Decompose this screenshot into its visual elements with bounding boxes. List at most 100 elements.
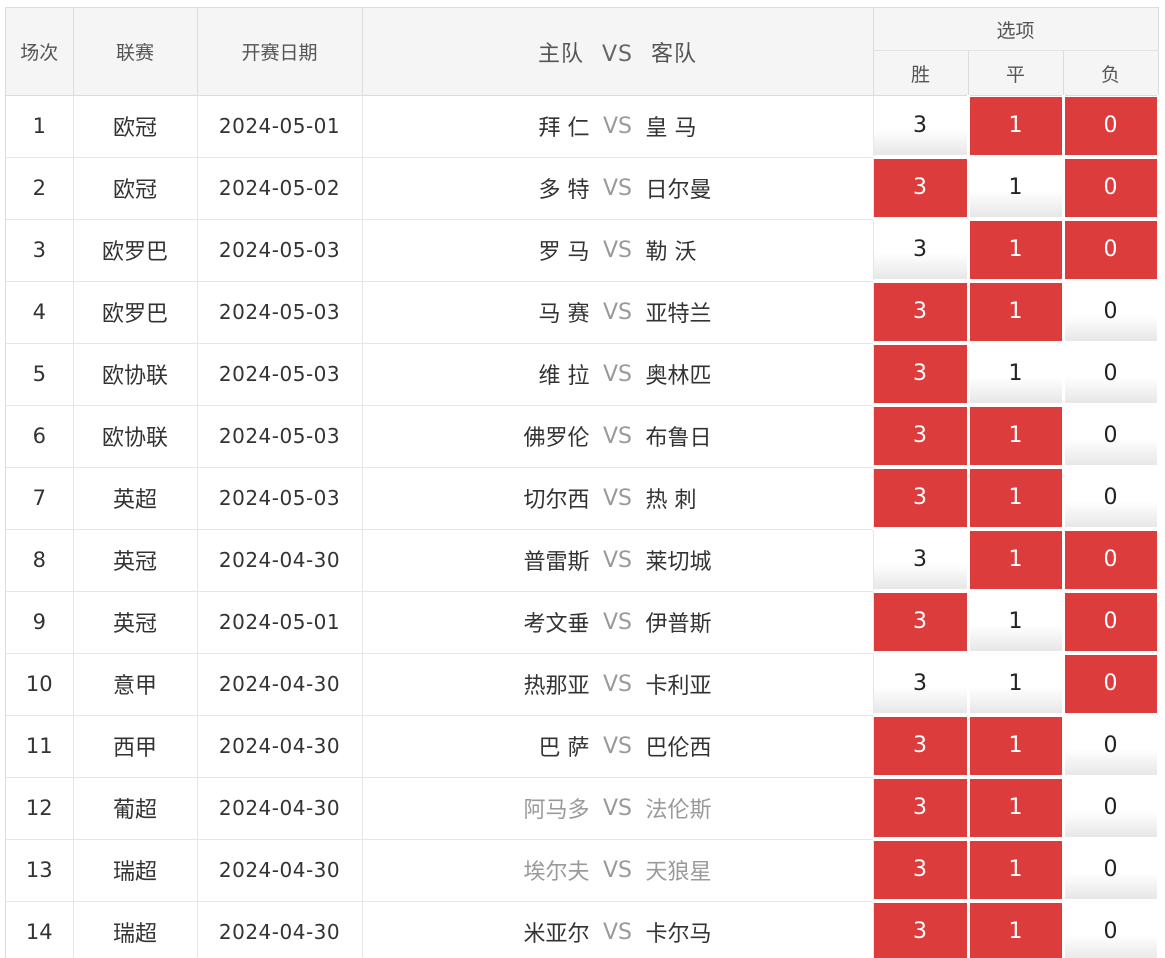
- match-index: 2: [6, 157, 73, 219]
- league-name: 瑞超: [73, 839, 197, 901]
- table-row: 2欧冠2024-05-02多 特VS日尔曼310: [6, 157, 1158, 219]
- league-name: 英超: [73, 467, 197, 529]
- away-team: 伊普斯: [646, 606, 873, 638]
- option-win-button[interactable]: 3: [874, 593, 967, 651]
- option-win-button[interactable]: 3: [874, 903, 967, 958]
- league-name: 英冠: [73, 591, 197, 653]
- option-draw-cell: 1: [968, 343, 1063, 405]
- option-draw-button[interactable]: 1: [970, 97, 1062, 155]
- option-draw-button[interactable]: 1: [970, 531, 1062, 589]
- option-lose-button[interactable]: 0: [1065, 159, 1157, 217]
- home-team: 阿马多: [363, 792, 590, 824]
- match-teams: 埃尔夫VS天狼星: [362, 839, 873, 901]
- option-win-button[interactable]: 3: [874, 779, 967, 837]
- option-draw-cell: 1: [968, 529, 1063, 591]
- header-league: 联赛: [73, 8, 197, 96]
- option-lose-button[interactable]: 0: [1065, 717, 1157, 775]
- option-draw-button[interactable]: 1: [970, 345, 1062, 403]
- option-win-button[interactable]: 3: [874, 407, 967, 465]
- option-win-cell: 3: [873, 901, 968, 958]
- option-lose-button[interactable]: 0: [1065, 469, 1157, 527]
- away-team: 法伦斯: [646, 792, 873, 824]
- option-lose-cell: 0: [1063, 157, 1158, 219]
- option-lose-cell: 0: [1063, 839, 1158, 901]
- option-lose-cell: 0: [1063, 343, 1158, 405]
- match-index: 14: [6, 901, 73, 958]
- option-draw-cell: 1: [968, 157, 1063, 219]
- option-win-cell: 3: [873, 777, 968, 839]
- table-body: 1欧冠2024-05-01拜 仁VS皇 马3102欧冠2024-05-02多 特…: [6, 96, 1158, 958]
- option-win-button[interactable]: 3: [874, 345, 967, 403]
- option-draw-button[interactable]: 1: [970, 779, 1062, 837]
- option-draw-button[interactable]: 1: [970, 159, 1062, 217]
- league-name: 欧冠: [73, 96, 197, 158]
- option-lose-button[interactable]: 0: [1065, 345, 1157, 403]
- option-lose-button[interactable]: 0: [1065, 655, 1157, 713]
- option-win-button[interactable]: 3: [874, 283, 967, 341]
- option-lose-button[interactable]: 0: [1065, 779, 1157, 837]
- option-draw-button[interactable]: 1: [970, 903, 1062, 958]
- option-win-button[interactable]: 3: [874, 221, 967, 279]
- option-lose-cell: 0: [1063, 281, 1158, 343]
- header-options: 选项: [873, 8, 1158, 51]
- match-date: 2024-04-30: [197, 653, 362, 715]
- match-index: 7: [6, 467, 73, 529]
- match-index: 10: [6, 653, 73, 715]
- option-win-cell: 3: [873, 405, 968, 467]
- away-team: 天狼星: [646, 854, 873, 886]
- table-row: 10意甲2024-04-30热那亚VS卡利亚310: [6, 653, 1158, 715]
- option-win-cell: 3: [873, 157, 968, 219]
- option-lose-cell: 0: [1063, 653, 1158, 715]
- match-teams: 米亚尔VS卡尔马: [362, 901, 873, 958]
- league-name: 西甲: [73, 715, 197, 777]
- option-lose-button[interactable]: 0: [1065, 97, 1157, 155]
- option-lose-button[interactable]: 0: [1065, 593, 1157, 651]
- match-index: 8: [6, 529, 73, 591]
- option-draw-button[interactable]: 1: [970, 407, 1062, 465]
- home-team: 佛罗伦: [363, 420, 590, 452]
- option-draw-cell: 1: [968, 777, 1063, 839]
- match-date: 2024-05-03: [197, 343, 362, 405]
- match-index: 12: [6, 777, 73, 839]
- option-win-button[interactable]: 3: [874, 717, 967, 775]
- option-draw-button[interactable]: 1: [970, 717, 1062, 775]
- option-lose-button[interactable]: 0: [1065, 283, 1157, 341]
- option-win-button[interactable]: 3: [874, 469, 967, 527]
- option-draw-button[interactable]: 1: [970, 593, 1062, 651]
- vs-label: VS: [590, 486, 646, 511]
- option-win-button[interactable]: 3: [874, 531, 967, 589]
- away-team: 巴伦西: [646, 730, 873, 762]
- option-draw-cell: 1: [968, 901, 1063, 958]
- option-lose-button[interactable]: 0: [1065, 407, 1157, 465]
- option-draw-button[interactable]: 1: [970, 841, 1062, 899]
- option-draw-button[interactable]: 1: [970, 469, 1062, 527]
- option-draw-button[interactable]: 1: [970, 655, 1062, 713]
- match-index: 9: [6, 591, 73, 653]
- header-lose: 负: [1063, 51, 1158, 96]
- option-draw-cell: 1: [968, 219, 1063, 281]
- option-win-cell: 3: [873, 467, 968, 529]
- option-lose-button[interactable]: 0: [1065, 531, 1157, 589]
- option-win-button[interactable]: 3: [874, 159, 967, 217]
- match-index: 11: [6, 715, 73, 777]
- option-draw-button[interactable]: 1: [970, 221, 1062, 279]
- option-draw-cell: 1: [968, 281, 1063, 343]
- match-index: 3: [6, 219, 73, 281]
- option-draw-cell: 1: [968, 96, 1063, 158]
- league-name: 葡超: [73, 777, 197, 839]
- match-date: 2024-05-02: [197, 157, 362, 219]
- table-row: 9英冠2024-05-01考文垂VS伊普斯310: [6, 591, 1158, 653]
- option-lose-cell: 0: [1063, 591, 1158, 653]
- option-lose-button[interactable]: 0: [1065, 903, 1157, 958]
- option-lose-button[interactable]: 0: [1065, 841, 1157, 899]
- option-draw-cell: 1: [968, 653, 1063, 715]
- vs-label: VS: [590, 610, 646, 635]
- option-lose-button[interactable]: 0: [1065, 221, 1157, 279]
- league-name: 欧罗巴: [73, 281, 197, 343]
- option-win-button[interactable]: 3: [874, 841, 967, 899]
- option-win-cell: 3: [873, 653, 968, 715]
- option-draw-button[interactable]: 1: [970, 283, 1062, 341]
- option-win-button[interactable]: 3: [874, 97, 967, 155]
- option-win-button[interactable]: 3: [874, 655, 967, 713]
- table-row: 1欧冠2024-05-01拜 仁VS皇 马310: [6, 96, 1158, 158]
